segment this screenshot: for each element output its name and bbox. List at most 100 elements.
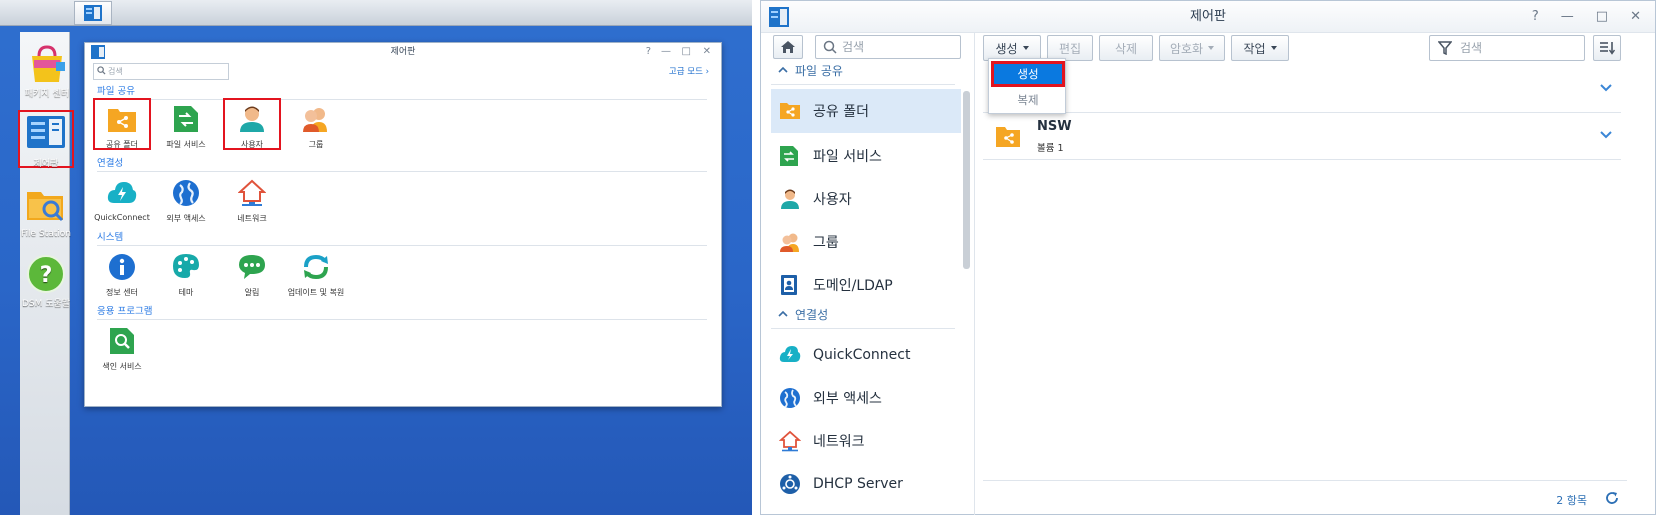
globe-icon — [173, 180, 199, 206]
encrypt-dropdown-button[interactable]: 암호화 — [1159, 35, 1225, 61]
window-title: 제어판 — [1190, 9, 1226, 24]
app-indexing-service[interactable]: 색인 서비스 — [87, 327, 157, 372]
table-row[interactable]: 1 — [983, 67, 1621, 113]
chevron-down-icon[interactable] — [1599, 130, 1613, 140]
window-controls: ? — □ ✕ — [1532, 1, 1641, 33]
package-center-icon — [32, 45, 65, 82]
sidebar-item-label: 외부 액세스 — [813, 391, 882, 407]
sidebar-item-label: 그룹 — [813, 235, 839, 251]
network-icon — [778, 430, 802, 452]
action-dropdown-button[interactable]: 작업 — [1231, 35, 1289, 61]
app-user[interactable]: 사용자 — [217, 105, 287, 150]
desktop-icon-label: 제어판 — [33, 159, 59, 169]
sidebar-search-input[interactable]: 검색 — [815, 35, 961, 59]
section-connectivity: 연결성 — [97, 155, 707, 172]
chevron-down-icon[interactable] — [1599, 83, 1613, 93]
control-panel-window-small: 제어판 ? — □ ✕ 검색 고급 모드 › 파일 공유 공유 폴더 파일 서비… — [84, 42, 722, 407]
control-panel-window: 제어판 ? — □ ✕ 검색 파일 공유 공유 폴더 파일 서비스 사용자 그룹… — [760, 0, 1656, 515]
app-label: QuickConnect — [94, 213, 150, 222]
sidebar-scrollbar[interactable] — [963, 91, 970, 269]
globe-icon — [780, 388, 800, 408]
app-label: 업데이트 및 복원 — [287, 288, 345, 297]
sidebar: 검색 파일 공유 공유 폴더 파일 서비스 사용자 그룹 도메인/LDAP 연결… — [761, 33, 975, 515]
app-group[interactable]: 그룹 — [281, 105, 351, 150]
section-header-connectivity[interactable]: 연결성 — [771, 305, 955, 329]
sort-icon — [1600, 42, 1615, 55]
close-button[interactable]: ✕ — [1630, 1, 1641, 33]
sidebar-item-external-access[interactable]: 외부 액세스 — [771, 376, 961, 420]
address-book-icon — [781, 275, 797, 295]
app-label: 알림 — [244, 288, 260, 297]
app-label: 정보 센터 — [106, 288, 138, 297]
app-quickconnect[interactable]: QuickConnect — [87, 179, 157, 222]
search-icon — [97, 66, 106, 75]
app-label: 사용자 — [240, 140, 264, 149]
delete-label: 삭제 — [1114, 41, 1138, 56]
main-panel: 생성 편집 삭제 암호화 작업 검색 NSW 볼륨 1 2 항목 — [977, 33, 1655, 515]
home-button[interactable] — [773, 35, 803, 59]
minimize-button[interactable]: — — [1561, 1, 1574, 33]
sidebar-item-user[interactable]: 사용자 — [771, 177, 961, 221]
maximize-button[interactable]: □ — [1596, 1, 1608, 33]
encrypt-label: 암호화 — [1169, 41, 1204, 56]
window-title: 제어판 — [390, 47, 416, 57]
help-button[interactable]: ? — [1532, 1, 1539, 33]
sidebar-item-dhcp-server[interactable]: DHCP Server — [771, 462, 961, 506]
create-dropdown-menu: 생성 복제 — [988, 58, 1066, 114]
sidebar-item-label: 도메인/LDAP — [813, 278, 893, 294]
menu-item-clone[interactable]: 복제 — [989, 89, 1067, 111]
sidebar-item-domain-ldap[interactable]: 도메인/LDAP — [771, 263, 961, 307]
app-theme[interactable]: 테마 — [151, 253, 221, 298]
filter-search-input[interactable]: 검색 — [1429, 35, 1585, 61]
app-update-restore[interactable]: 업데이트 및 복원 — [281, 253, 351, 298]
sidebar-item-quickconnect[interactable]: QuickConnect — [771, 333, 961, 377]
desktop-icon-file-station[interactable]: File Station — [6, 184, 86, 240]
sort-button[interactable] — [1593, 35, 1621, 61]
chevron-down-icon — [1022, 46, 1029, 50]
desktop-icon-package-center[interactable]: 패키지 센터 — [7, 44, 87, 100]
file-station-icon — [27, 192, 64, 222]
app-external-access[interactable]: 외부 액세스 — [151, 179, 221, 224]
help-button[interactable]: ? — [646, 43, 651, 61]
taskbar — [0, 0, 752, 515]
sidebar-item-file-services[interactable]: 파일 서비스 — [771, 134, 961, 178]
shared-folder-icon — [780, 103, 800, 119]
sidebar-item-group[interactable]: 그룹 — [771, 220, 961, 264]
section-header-file-sharing[interactable]: 파일 공유 — [771, 61, 955, 85]
refresh-icon — [304, 254, 328, 280]
table-row[interactable]: NSW 볼륨 1 — [983, 114, 1621, 160]
maximize-button[interactable]: □ — [682, 43, 691, 61]
app-info-center[interactable]: 정보 센터 — [87, 253, 157, 298]
taskbar-control-panel-button[interactable] — [74, 1, 112, 25]
desktop-icon-label: DSM 도움말 — [21, 299, 71, 309]
desktop-icon-dsm-help[interactable]: ? DSM 도움말 — [6, 254, 86, 310]
section-file-sharing: 파일 공유 — [97, 83, 707, 100]
search-placeholder: 검색 — [842, 40, 865, 54]
search-icon — [823, 40, 837, 54]
close-button[interactable]: ✕ — [703, 43, 711, 61]
minimize-button[interactable]: — — [661, 43, 671, 61]
delete-button[interactable]: 삭제 — [1099, 35, 1153, 61]
app-file-services[interactable]: 파일 서비스 — [151, 105, 221, 150]
sidebar-item-shared-folder[interactable]: 공유 폴더 — [771, 89, 961, 133]
section-label: 연결성 — [795, 308, 829, 322]
advanced-mode-link[interactable]: 고급 모드 › — [669, 65, 709, 77]
app-notification[interactable]: 알림 — [217, 253, 287, 298]
app-label: 파일 서비스 — [166, 140, 206, 149]
chevron-down-icon — [1270, 46, 1277, 50]
search-input[interactable]: 검색 — [93, 63, 229, 80]
app-network[interactable]: 네트워크 — [217, 179, 287, 224]
app-shared-folder[interactable]: 공유 폴더 — [87, 105, 157, 150]
chat-bubble-icon — [239, 255, 265, 279]
table-footer: 2 항목 — [983, 480, 1627, 515]
window-titlebar: 제어판 ? — □ ✕ — [761, 1, 1655, 33]
file-services-icon — [174, 106, 198, 132]
app-label: 외부 액세스 — [166, 214, 206, 223]
window-titlebar: 제어판 ? — □ ✕ — [85, 43, 721, 61]
desktop-icon-label: File Station — [21, 229, 71, 239]
control-panel-icon — [27, 116, 65, 148]
refresh-icon[interactable] — [1605, 491, 1619, 505]
filter-placeholder: 검색 — [1460, 41, 1483, 55]
desktop-icon-control-panel[interactable]: 제어판 — [6, 114, 86, 170]
sidebar-item-network[interactable]: 네트워크 — [771, 419, 961, 463]
